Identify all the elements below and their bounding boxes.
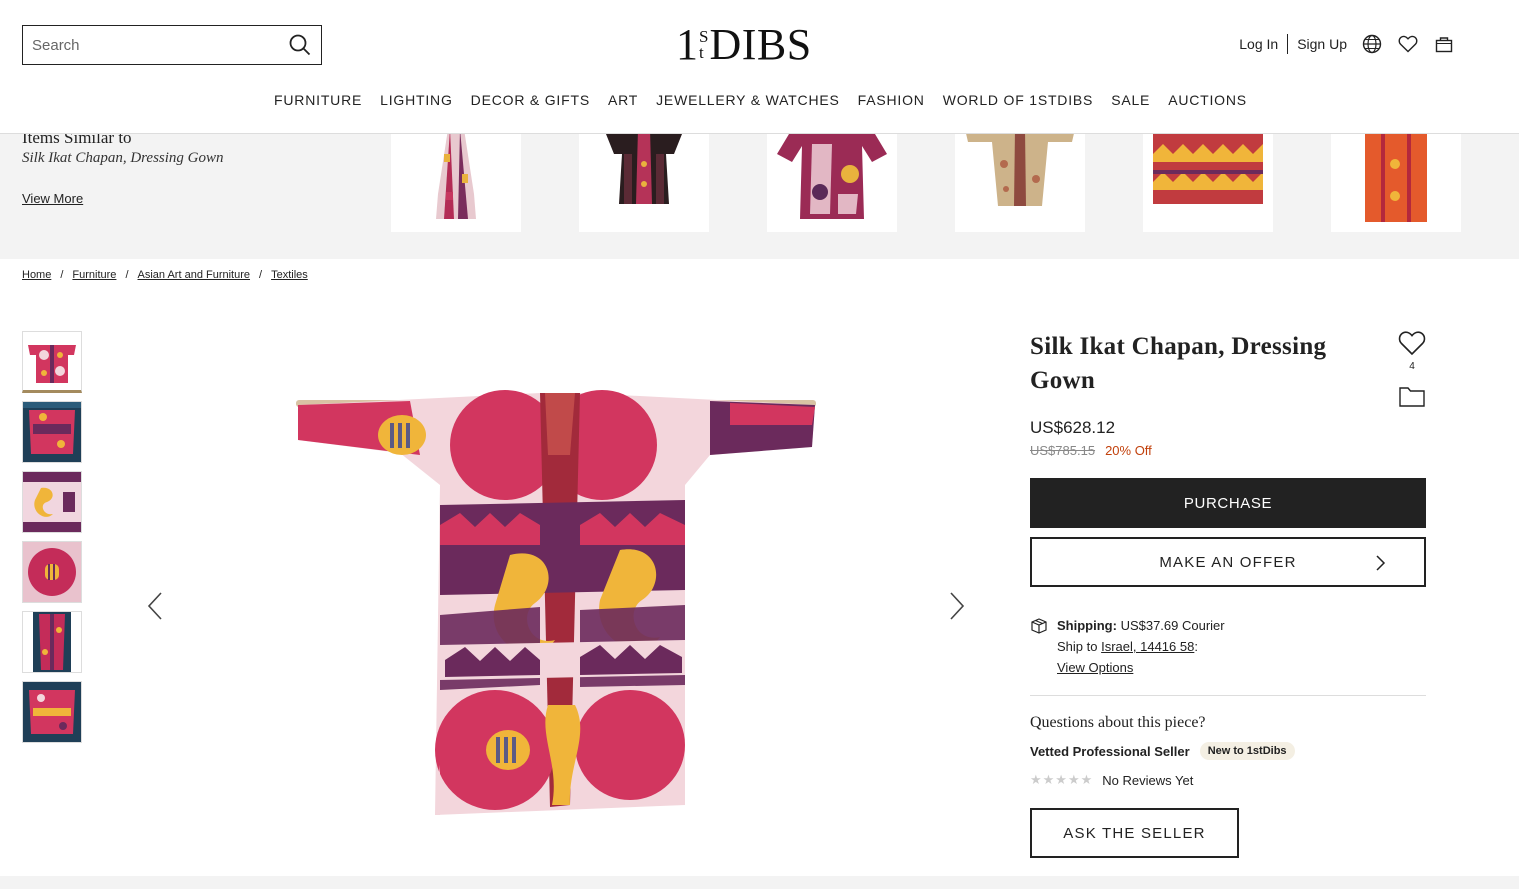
questions-heading: Questions about this piece? <box>1030 714 1206 731</box>
product-details: Silk Ikat Chapan, Dressing Gown 4 US$628… <box>1030 330 1426 858</box>
logo-t: t <box>699 43 704 62</box>
logo-one: 1 <box>676 20 698 69</box>
nav-decor-gifts[interactable]: DECOR & GIFTS <box>471 92 590 108</box>
next-image-arrow[interactable] <box>946 590 966 622</box>
breadcrumb-asian-art[interactable]: Asian Art and Furniture <box>138 269 251 281</box>
ask-seller-button[interactable]: ASK THE SELLER <box>1030 808 1239 858</box>
similar-title: Items Similar to <box>22 134 132 147</box>
similar-subtitle: Silk Ikat Chapan, Dressing Gown <box>22 150 224 166</box>
nav-art[interactable]: ART <box>608 92 638 108</box>
make-offer-button[interactable]: MAKE AN OFFER <box>1030 537 1426 587</box>
breadcrumb-furniture[interactable]: Furniture <box>72 269 116 281</box>
globe-icon[interactable] <box>1361 33 1383 55</box>
view-options-link[interactable]: View Options <box>1057 660 1133 675</box>
heart-icon[interactable] <box>1398 330 1426 356</box>
current-price: US$628.12 <box>1030 418 1116 437</box>
breadcrumb-separator: / <box>125 269 129 281</box>
logo-st: S t <box>699 28 708 62</box>
chevron-right-icon <box>1374 554 1386 576</box>
similar-items-strip: Items Similar to Silk Ikat Chapan, Dress… <box>0 134 1519 259</box>
similar-item-card[interactable] <box>1143 134 1273 232</box>
similar-item-card[interactable] <box>955 134 1085 232</box>
view-more-link[interactable]: View More <box>22 191 83 206</box>
nav-fashion[interactable]: FASHION <box>858 92 925 108</box>
main-nav: FURNITURE LIGHTING DECOR & GIFTS ART JEW… <box>0 92 1519 108</box>
breadcrumb: Home / Furniture / Asian Art and Furnitu… <box>22 269 308 281</box>
breadcrumb-home[interactable]: Home <box>22 269 51 281</box>
logo[interactable]: 1 S t DIBS <box>676 20 812 70</box>
ship-to-line: Ship to Israel, 14416 58: <box>1057 636 1225 657</box>
shipping-line: Shipping: US$37.69 Courier <box>1057 615 1225 636</box>
seller-row: Vetted Professional Seller New to 1stDib… <box>1030 742 1426 760</box>
ship-to-prefix: Ship to <box>1057 639 1098 654</box>
nav-jewellery-watches[interactable]: JEWELLERY & WATCHES <box>656 92 840 108</box>
similar-item-card[interactable] <box>579 134 709 232</box>
thumbnail[interactable] <box>22 331 82 393</box>
seller-badge: New to 1stDibs <box>1199 742 1295 760</box>
thumbnail[interactable] <box>22 471 82 533</box>
ship-to-suffix: : <box>1194 639 1198 654</box>
breadcrumb-textiles[interactable]: Textiles <box>271 269 308 281</box>
product-title: Silk Ikat Chapan, Dressing Gown <box>1030 333 1327 394</box>
nav-sale[interactable]: SALE <box>1111 92 1150 108</box>
purchase-button[interactable]: PURCHASE <box>1030 478 1426 528</box>
shipping-info: Shipping: US$37.69 Courier Ship to Israe… <box>1030 615 1426 678</box>
bottom-bar <box>0 876 1519 889</box>
similar-item-card[interactable] <box>767 134 897 232</box>
thumbnail[interactable] <box>22 681 82 743</box>
search-icon[interactable] <box>288 33 312 57</box>
account-separator <box>1287 34 1289 54</box>
thumbnail[interactable] <box>22 611 82 673</box>
heart-icon[interactable] <box>1397 33 1419 55</box>
main-product-image[interactable] <box>290 385 820 825</box>
login-link[interactable]: Log In <box>1239 36 1278 52</box>
thumbnail[interactable] <box>22 401 82 463</box>
make-offer-label: MAKE AN OFFER <box>1159 553 1297 571</box>
shipping-value: US$37.69 Courier <box>1120 618 1225 633</box>
section-divider <box>1030 695 1426 696</box>
seller-type: Vetted Professional Seller <box>1030 743 1190 759</box>
breadcrumb-separator: / <box>259 269 263 281</box>
nav-lighting[interactable]: LIGHTING <box>380 92 453 108</box>
previous-image-arrow[interactable] <box>146 590 166 622</box>
similar-item-card[interactable] <box>1331 134 1461 232</box>
similar-item-card[interactable] <box>391 134 521 232</box>
thumbnail-list <box>22 331 82 751</box>
star-rating-icon: ★★★★★ <box>1030 772 1094 787</box>
favorite-button[interactable]: 4 <box>1398 330 1426 372</box>
search-input[interactable] <box>32 36 288 54</box>
reviews-row: ★★★★★ No Reviews Yet <box>1030 772 1426 788</box>
breadcrumb-separator: / <box>60 269 64 281</box>
favorite-count: 4 <box>1409 361 1415 372</box>
bag-icon[interactable] <box>1433 33 1455 55</box>
folder-icon[interactable] <box>1398 384 1426 408</box>
original-price: US$785.15 <box>1030 443 1096 458</box>
signup-link[interactable]: Sign Up <box>1297 36 1347 52</box>
reviews-text: No Reviews Yet <box>1102 772 1194 788</box>
shipping-label: Shipping: <box>1057 618 1117 633</box>
ship-to-location-link[interactable]: Israel, 14416 58 <box>1101 639 1194 654</box>
logo-dibs: DIBS <box>709 20 812 69</box>
discount-label: 20% Off <box>1105 443 1152 458</box>
thumbnail[interactable] <box>22 541 82 603</box>
nav-furniture[interactable]: FURNITURE <box>274 92 362 108</box>
nav-auctions[interactable]: AUCTIONS <box>1168 92 1247 108</box>
account-menu: Log In Sign Up <box>1239 33 1455 55</box>
package-icon <box>1030 617 1048 635</box>
nav-world-of-1stdibs[interactable]: WORLD OF 1STDIBS <box>943 92 1093 108</box>
search-box[interactable] <box>22 25 322 65</box>
price-discount-row: US$785.15 20% Off <box>1030 443 1426 458</box>
